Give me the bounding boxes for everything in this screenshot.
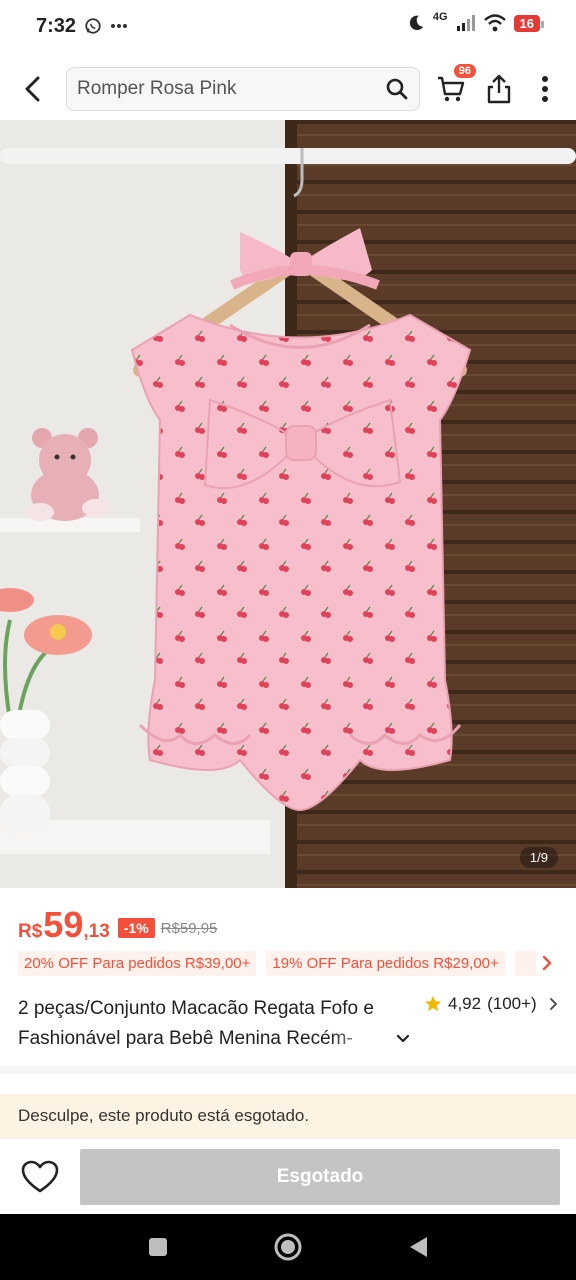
star-icon xyxy=(424,995,442,1012)
section-divider xyxy=(0,1066,576,1074)
price-decimal: ,13 xyxy=(83,921,110,942)
status-bar: 7:32 4G 16 xyxy=(0,0,576,52)
back-nav-icon[interactable] xyxy=(407,1235,429,1259)
soldout-button[interactable]: Esgotado xyxy=(80,1148,560,1205)
product-image-gallery[interactable]: 1/9 xyxy=(0,120,576,888)
chevron-right-icon xyxy=(549,998,557,1010)
discount-badge: -1% xyxy=(117,918,155,938)
vertical-dots-icon xyxy=(542,76,548,102)
original-price: R$59,95 xyxy=(160,920,218,937)
chevron-left-icon xyxy=(25,76,40,102)
do-not-disturb-moon-icon xyxy=(409,15,424,31)
coupon-strip[interactable]: 20% OFF Para pedidos R$39,00+ 19% OFF Pa… xyxy=(18,948,558,978)
rating-value: 4,92 xyxy=(448,994,482,1013)
search-icon[interactable] xyxy=(385,77,409,101)
wishlist-button[interactable] xyxy=(0,1139,80,1215)
cart-button[interactable]: 96 xyxy=(428,64,476,114)
share-button[interactable] xyxy=(474,64,524,114)
bottom-action-bar: Esgotado xyxy=(0,1138,576,1214)
status-time: 7:32 xyxy=(36,14,77,37)
system-navigation-bar xyxy=(0,1214,576,1280)
image-counter: 1/9 xyxy=(519,847,558,868)
cart-count-badge: 96 xyxy=(453,64,476,78)
soldout-notice: Desculpe, este produto está esgotado. xyxy=(0,1094,576,1138)
more-options-button[interactable] xyxy=(524,64,566,114)
recents-icon[interactable] xyxy=(147,1236,169,1258)
back-button[interactable] xyxy=(0,59,66,119)
coupon-tag[interactable]: 19% OFF Para pedidos R$29,00+ xyxy=(266,950,505,976)
price-integer: 59 xyxy=(43,904,84,945)
rating-summary[interactable]: 4,92 (100+) xyxy=(424,994,559,1014)
coupon-tag[interactable]: 20% OFF Para pedidos R$39,00+ xyxy=(18,950,257,976)
battery-indicator: 16 xyxy=(513,14,545,32)
expand-title-chevron-icon[interactable] xyxy=(394,1030,412,1048)
home-icon[interactable] xyxy=(273,1232,303,1262)
cart-icon xyxy=(438,76,465,102)
wifi-icon xyxy=(483,14,506,32)
heart-icon xyxy=(21,1160,59,1192)
whatsapp-icon xyxy=(85,18,101,34)
search-query: Romper Rosa Pink xyxy=(77,78,237,99)
chevron-right-icon xyxy=(542,955,552,971)
network-type: 4G xyxy=(432,11,448,23)
coupons-more-button[interactable] xyxy=(536,952,558,974)
share-icon xyxy=(487,74,511,104)
signal-icon xyxy=(456,15,475,31)
search-input[interactable]: Romper Rosa Pink xyxy=(66,67,420,111)
title-fade xyxy=(330,1024,400,1054)
price-currency: R$ xyxy=(18,921,43,942)
product-photo xyxy=(0,120,576,888)
review-count: (100+) xyxy=(487,994,537,1013)
price-row: R$ 59 ,13 -1% R$59,95 xyxy=(18,904,217,946)
more-notifications-icon xyxy=(111,24,128,28)
top-bar: Romper Rosa Pink 96 xyxy=(0,58,576,120)
